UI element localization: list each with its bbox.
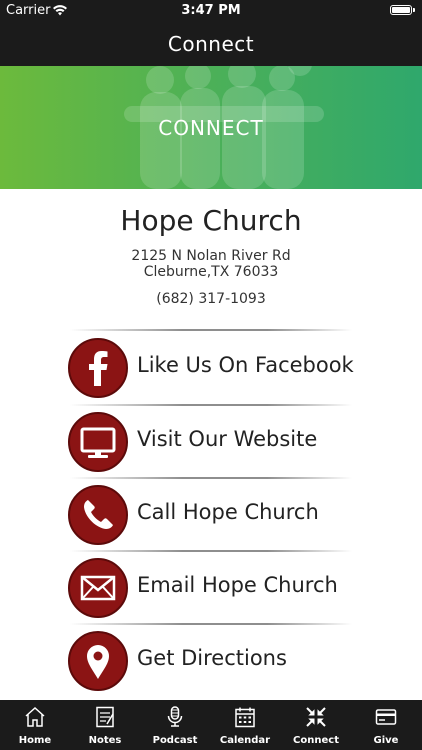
church-name: Hope Church [120, 204, 302, 237]
tab-home[interactable]: Home [0, 700, 70, 750]
notepad-icon [96, 706, 114, 728]
page-title: Connect [167, 32, 255, 56]
divider [70, 623, 352, 625]
tab-notes-label: Notes [88, 735, 122, 746]
calendar-icon [235, 707, 255, 728]
envelope-icon [68, 558, 128, 618]
email-button[interactable]: Email Hope Church [68, 558, 368, 620]
nav-bar: Connect [0, 22, 422, 66]
phone-number: (682) 317-1093 [156, 291, 266, 307]
connect-arrows-icon [306, 707, 326, 727]
facebook-label: Like Us On Facebook [137, 353, 354, 377]
tab-connect[interactable]: Connect [281, 700, 351, 750]
divider [70, 550, 352, 552]
email-label: Email Hope Church [137, 573, 338, 597]
facebook-icon [68, 338, 128, 398]
clock: 3:47 PM [181, 3, 241, 18]
status-bar: Carrier 3:47 PM [0, 0, 422, 22]
website-button[interactable]: Visit Our Website [68, 412, 368, 474]
house-icon [25, 706, 45, 727]
address-line-1: 2125 N Nolan River Rd [131, 248, 291, 264]
connect-hero-banner: CONNECT [0, 66, 422, 189]
address-line-2: Cleburne,TX 76033 [143, 264, 279, 280]
hero-label: CONNECT [158, 116, 264, 140]
website-label: Visit Our Website [137, 427, 318, 451]
monitor-icon [68, 412, 128, 472]
tab-home-label: Home [18, 735, 52, 746]
phone-icon [68, 485, 128, 545]
map-pin-icon [68, 631, 128, 691]
divider [70, 329, 352, 331]
tab-calendar[interactable]: Calendar [210, 700, 280, 750]
directions-button[interactable]: Get Directions [68, 631, 368, 693]
tab-give[interactable]: Give [351, 700, 421, 750]
tab-notes[interactable]: Notes [70, 700, 140, 750]
card-icon [375, 709, 397, 725]
tab-bar: Home Notes Podcast Calendar Connect Give [0, 700, 422, 750]
battery-icon [390, 5, 415, 15]
call-button[interactable]: Call Hope Church [68, 485, 368, 547]
microphone-icon [167, 706, 183, 727]
divider [70, 477, 352, 479]
tab-podcast-label: Podcast [152, 735, 198, 746]
divider [70, 404, 352, 406]
tab-give-label: Give [373, 735, 399, 746]
directions-label: Get Directions [137, 646, 287, 670]
tab-connect-label: Connect [293, 735, 339, 746]
call-label: Call Hope Church [137, 500, 319, 524]
tab-calendar-label: Calendar [219, 735, 271, 746]
tab-podcast[interactable]: Podcast [140, 700, 210, 750]
facebook-button[interactable]: Like Us On Facebook [68, 338, 368, 400]
